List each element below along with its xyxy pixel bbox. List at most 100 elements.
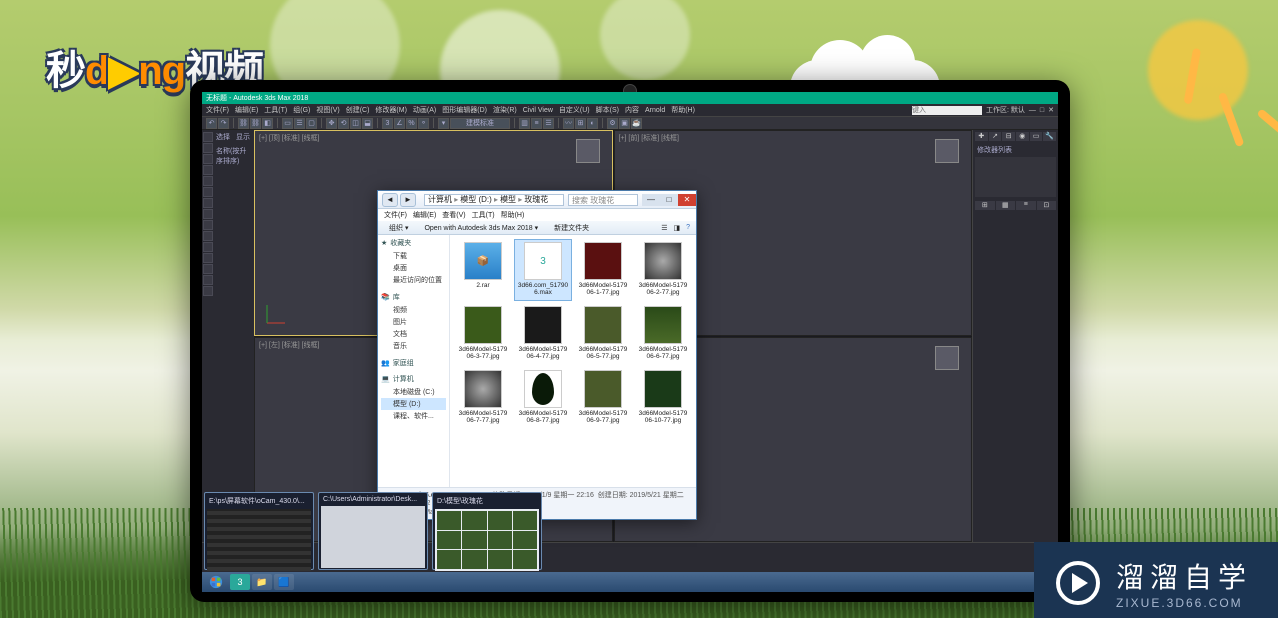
crumb-item[interactable]: 玫瑰花 bbox=[524, 194, 548, 205]
menu-arnold[interactable]: Arnold bbox=[645, 107, 665, 114]
sidebar-item[interactable]: 本地磁盘 (C:) bbox=[381, 386, 446, 398]
schematic-icon[interactable]: ⊞ bbox=[575, 118, 586, 129]
named-sel-icon[interactable]: ▾ bbox=[438, 118, 449, 129]
crumb-item[interactable]: 模型 (D:) bbox=[460, 194, 498, 205]
panel-icon[interactable]: ⊡ bbox=[1037, 201, 1057, 210]
nav-back-icon[interactable]: ◄ bbox=[382, 193, 398, 207]
unlink-icon[interactable]: ⛓ bbox=[250, 118, 261, 129]
tool-icon[interactable] bbox=[203, 198, 213, 208]
menu-script[interactable]: 脚本(S) bbox=[596, 105, 619, 115]
tool-icon[interactable] bbox=[203, 143, 213, 153]
sidebar-computer[interactable]: 计算机 bbox=[393, 374, 414, 384]
tool-icon[interactable] bbox=[203, 275, 213, 285]
quick-search[interactable] bbox=[912, 106, 982, 115]
tab-modify-icon[interactable]: ↗ bbox=[989, 132, 1002, 141]
window-close-icon[interactable]: ✕ bbox=[678, 194, 696, 206]
sidebar-item[interactable]: 图片 bbox=[381, 316, 446, 328]
sidebar-item[interactable]: 下载 bbox=[381, 250, 446, 262]
menu-civil[interactable]: Civil View bbox=[523, 107, 553, 114]
tool-icon[interactable] bbox=[203, 209, 213, 219]
file-item[interactable]: 3d66Model-517906-5-77.jpg bbox=[574, 303, 632, 365]
file-item[interactable]: 3d66Model-517906-10-77.jpg bbox=[634, 367, 692, 429]
tool-icon[interactable] bbox=[203, 253, 213, 263]
viewcube-icon[interactable] bbox=[576, 139, 600, 163]
explorer-titlebar[interactable]: ◄ ► 计算机 模型 (D:) 模型 玫瑰花 搜索 玫瑰花 — □ ✕ bbox=[378, 191, 696, 209]
tab-motion-icon[interactable]: ◉ bbox=[1016, 132, 1029, 141]
mirror-icon[interactable]: ▥ bbox=[519, 118, 530, 129]
tab-hierarchy-icon[interactable]: ⊟ bbox=[1002, 132, 1015, 141]
align-icon[interactable]: ≡ bbox=[531, 118, 542, 129]
file-item[interactable]: 3d66Model-517906-7-77.jpg bbox=[454, 367, 512, 429]
viewcube-icon[interactable] bbox=[935, 139, 959, 163]
breadcrumb[interactable]: 计算机 模型 (D:) 模型 玫瑰花 bbox=[424, 194, 564, 206]
window-min-icon[interactable]: — bbox=[642, 194, 660, 206]
menu-render[interactable]: 渲染(R) bbox=[493, 105, 517, 115]
menu-customize[interactable]: 自定义(U) bbox=[559, 105, 590, 115]
sidebar-item[interactable]: 课程、软件... bbox=[381, 410, 446, 422]
sidebar-item[interactable]: 视频 bbox=[381, 304, 446, 316]
file-item[interactable]: 3d66Model-517906-3-77.jpg bbox=[454, 303, 512, 365]
menu-edit[interactable]: 编辑(E) bbox=[235, 105, 258, 115]
curve-editor-icon[interactable]: 〰 bbox=[563, 118, 574, 129]
file-item[interactable]: 3d66Model-517906-2-77.jpg bbox=[634, 239, 692, 301]
menu-animation[interactable]: 动画(A) bbox=[413, 105, 436, 115]
tab-utilities-icon[interactable]: 🔧 bbox=[1043, 132, 1056, 141]
select-name-icon[interactable]: ☰ bbox=[294, 118, 305, 129]
file-item[interactable]: 33d66.com_517906.max bbox=[514, 239, 572, 301]
workspace-label[interactable]: 工作区: 默认 bbox=[986, 105, 1025, 115]
preview-pane-icon[interactable]: ◨ bbox=[673, 224, 680, 232]
menu-view[interactable]: 查看(V) bbox=[442, 210, 465, 220]
tool-icon[interactable] bbox=[203, 231, 213, 241]
menu-tools[interactable]: 工具(T) bbox=[472, 210, 495, 220]
spinner-snap-icon[interactable]: ⚬ bbox=[418, 118, 429, 129]
select-rect-icon[interactable]: ▢ bbox=[306, 118, 317, 129]
sidebar-item[interactable]: 文档 bbox=[381, 328, 446, 340]
menu-help[interactable]: 帮助(H) bbox=[671, 105, 695, 115]
place-icon[interactable]: ⬓ bbox=[362, 118, 373, 129]
explorer-window[interactable]: ◄ ► 计算机 模型 (D:) 模型 玫瑰花 搜索 玫瑰花 — □ ✕ 文件(F… bbox=[377, 190, 697, 520]
new-folder-button[interactable]: 新建文件夹 bbox=[549, 221, 594, 235]
sidebar-item[interactable]: 桌面 bbox=[381, 262, 446, 274]
scale-icon[interactable]: ◫ bbox=[350, 118, 361, 129]
menu-help[interactable]: 帮助(H) bbox=[501, 210, 525, 220]
crumb-item[interactable]: 模型 bbox=[500, 194, 522, 205]
selection-set[interactable]: 建模标准 bbox=[450, 118, 510, 129]
sidebar-item[interactable]: 最近访问的位置 bbox=[381, 274, 446, 286]
search-input[interactable]: 搜索 玫瑰花 bbox=[568, 194, 638, 206]
bind-icon[interactable]: ◧ bbox=[262, 118, 273, 129]
view-mode-icon[interactable]: ☰ bbox=[661, 224, 667, 232]
angle-snap-icon[interactable]: ∠ bbox=[394, 118, 405, 129]
snap-3-icon[interactable]: 3 bbox=[382, 118, 393, 129]
render-icon[interactable]: ☕ bbox=[631, 118, 642, 129]
panel-icon[interactable]: ≡ bbox=[1016, 201, 1036, 210]
organize-button[interactable]: 组织 ▾ bbox=[384, 221, 413, 235]
task-thumb[interactable]: D:\模型\玫瑰花 bbox=[432, 492, 542, 570]
render-frame-icon[interactable]: ▣ bbox=[619, 118, 630, 129]
menu-group[interactable]: 组(G) bbox=[293, 105, 310, 115]
menu-view[interactable]: 视图(V) bbox=[316, 105, 339, 115]
render-setup-icon[interactable]: ⚙ bbox=[607, 118, 618, 129]
nav-fwd-icon[interactable]: ► bbox=[400, 193, 416, 207]
pinned-explorer-icon[interactable]: 📁 bbox=[252, 574, 272, 590]
file-item[interactable]: 3d66Model-517906-4-77.jpg bbox=[514, 303, 572, 365]
task-thumb[interactable]: E:\ps\屏幕软件\oCam_430.0\... bbox=[204, 492, 314, 570]
sidebar-homegroup[interactable]: 家庭组 bbox=[393, 358, 414, 368]
sidebar-favorites[interactable]: 收藏夹 bbox=[390, 238, 411, 248]
tool-icon[interactable] bbox=[203, 220, 213, 230]
menu-create[interactable]: 创建(C) bbox=[346, 105, 370, 115]
tool-icon[interactable] bbox=[203, 187, 213, 197]
link-icon[interactable]: ⛓ bbox=[238, 118, 249, 129]
crumb-item[interactable]: 计算机 bbox=[428, 194, 458, 205]
file-item[interactable]: 3d66Model-517906-1-77.jpg bbox=[574, 239, 632, 301]
percent-snap-icon[interactable]: % bbox=[406, 118, 417, 129]
start-button[interactable] bbox=[204, 573, 228, 591]
sidebar-item[interactable]: 音乐 bbox=[381, 340, 446, 352]
tool-icon[interactable] bbox=[203, 264, 213, 274]
redo-icon[interactable]: ↷ bbox=[218, 118, 229, 129]
window-close-icon[interactable]: ✕ bbox=[1048, 106, 1054, 114]
file-item[interactable]: 3d66Model-517906-8-77.jpg bbox=[514, 367, 572, 429]
window-max-icon[interactable]: □ bbox=[1040, 107, 1044, 114]
tool-icon[interactable] bbox=[203, 242, 213, 252]
tool-icon[interactable] bbox=[203, 176, 213, 186]
file-grid[interactable]: 📦2.rar33d66.com_517906.max3d66Model-5179… bbox=[450, 235, 696, 487]
